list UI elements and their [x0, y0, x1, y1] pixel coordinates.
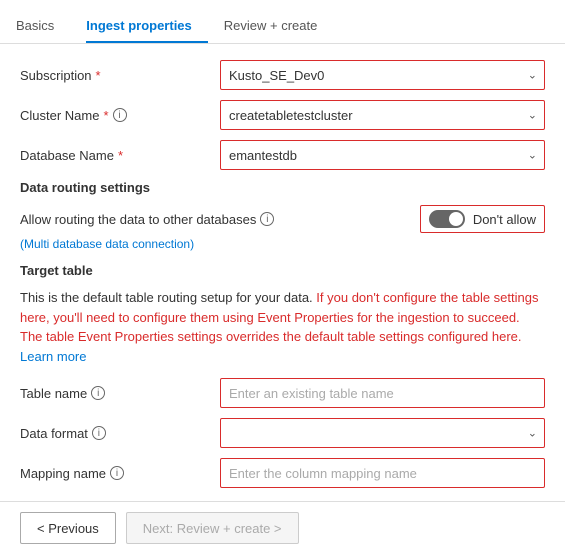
- subscription-control: Kusto_SE_Dev0 ⌄: [220, 60, 545, 90]
- learn-more-link[interactable]: Learn more: [20, 349, 86, 364]
- database-name-control: emantestdb ⌄: [220, 140, 545, 170]
- table-name-label: Table name i: [20, 386, 220, 401]
- mapping-name-info-icon[interactable]: i: [110, 466, 124, 480]
- cluster-name-row: Cluster Name * i createtabletestcluster …: [20, 100, 545, 130]
- subscription-label: Subscription *: [20, 68, 220, 83]
- routing-toggle-control: Don't allow: [420, 205, 545, 233]
- target-description: This is the default table routing setup …: [20, 288, 545, 366]
- tab-ingest[interactable]: Ingest properties: [86, 10, 207, 43]
- mapping-name-control: [220, 458, 545, 488]
- database-name-label: Database Name *: [20, 148, 220, 163]
- data-format-label: Data format i: [20, 426, 220, 441]
- target-desc-normal: This is the default table routing setup …: [20, 290, 313, 305]
- table-name-row: Table name i: [20, 378, 545, 408]
- mapping-name-label: Mapping name i: [20, 466, 220, 481]
- table-name-control: [220, 378, 545, 408]
- subscription-select[interactable]: Kusto_SE_Dev0: [220, 60, 545, 90]
- database-name-select[interactable]: emantestdb: [220, 140, 545, 170]
- multi-db-note: (Multi database data connection): [20, 237, 545, 251]
- routing-label-area: Allow routing the data to other database…: [20, 212, 274, 227]
- page-container: Basics Ingest properties Review + create…: [0, 0, 565, 554]
- data-format-select[interactable]: [220, 418, 545, 448]
- table-name-input[interactable]: [220, 378, 545, 408]
- cluster-name-label: Cluster Name * i: [20, 108, 220, 123]
- table-name-info-icon[interactable]: i: [91, 386, 105, 400]
- target-table-section: Target table This is the default table r…: [20, 263, 545, 488]
- subscription-required: *: [96, 68, 101, 83]
- subscription-row: Subscription * Kusto_SE_Dev0 ⌄: [20, 60, 545, 90]
- tab-basics[interactable]: Basics: [16, 10, 70, 43]
- mapping-name-row: Mapping name i: [20, 458, 545, 488]
- next-button[interactable]: Next: Review + create >: [126, 512, 299, 544]
- cluster-name-control: createtabletestcluster ⌄: [220, 100, 545, 130]
- database-name-row: Database Name * emantestdb ⌄: [20, 140, 545, 170]
- database-required: *: [118, 148, 123, 163]
- cluster-name-select[interactable]: createtabletestcluster: [220, 100, 545, 130]
- tab-review[interactable]: Review + create: [224, 10, 334, 43]
- footer: < Previous Next: Review + create >: [0, 501, 565, 554]
- dont-allow-label: Don't allow: [473, 212, 536, 227]
- main-content: Subscription * Kusto_SE_Dev0 ⌄ Cluster N…: [0, 44, 565, 501]
- mapping-name-input[interactable]: [220, 458, 545, 488]
- data-format-row: Data format i ⌄: [20, 418, 545, 448]
- data-format-info-icon[interactable]: i: [92, 426, 106, 440]
- tab-bar: Basics Ingest properties Review + create: [0, 0, 565, 44]
- cluster-required: *: [103, 108, 108, 123]
- data-format-control: ⌄: [220, 418, 545, 448]
- routing-info-icon[interactable]: i: [260, 212, 274, 226]
- cluster-info-icon[interactable]: i: [113, 108, 127, 122]
- target-table-heading: Target table: [20, 263, 545, 278]
- data-routing-heading: Data routing settings: [20, 180, 545, 195]
- routing-row: Allow routing the data to other database…: [20, 205, 545, 233]
- previous-button[interactable]: < Previous: [20, 512, 116, 544]
- toggle-thumb: [449, 212, 463, 226]
- routing-toggle[interactable]: [429, 210, 465, 228]
